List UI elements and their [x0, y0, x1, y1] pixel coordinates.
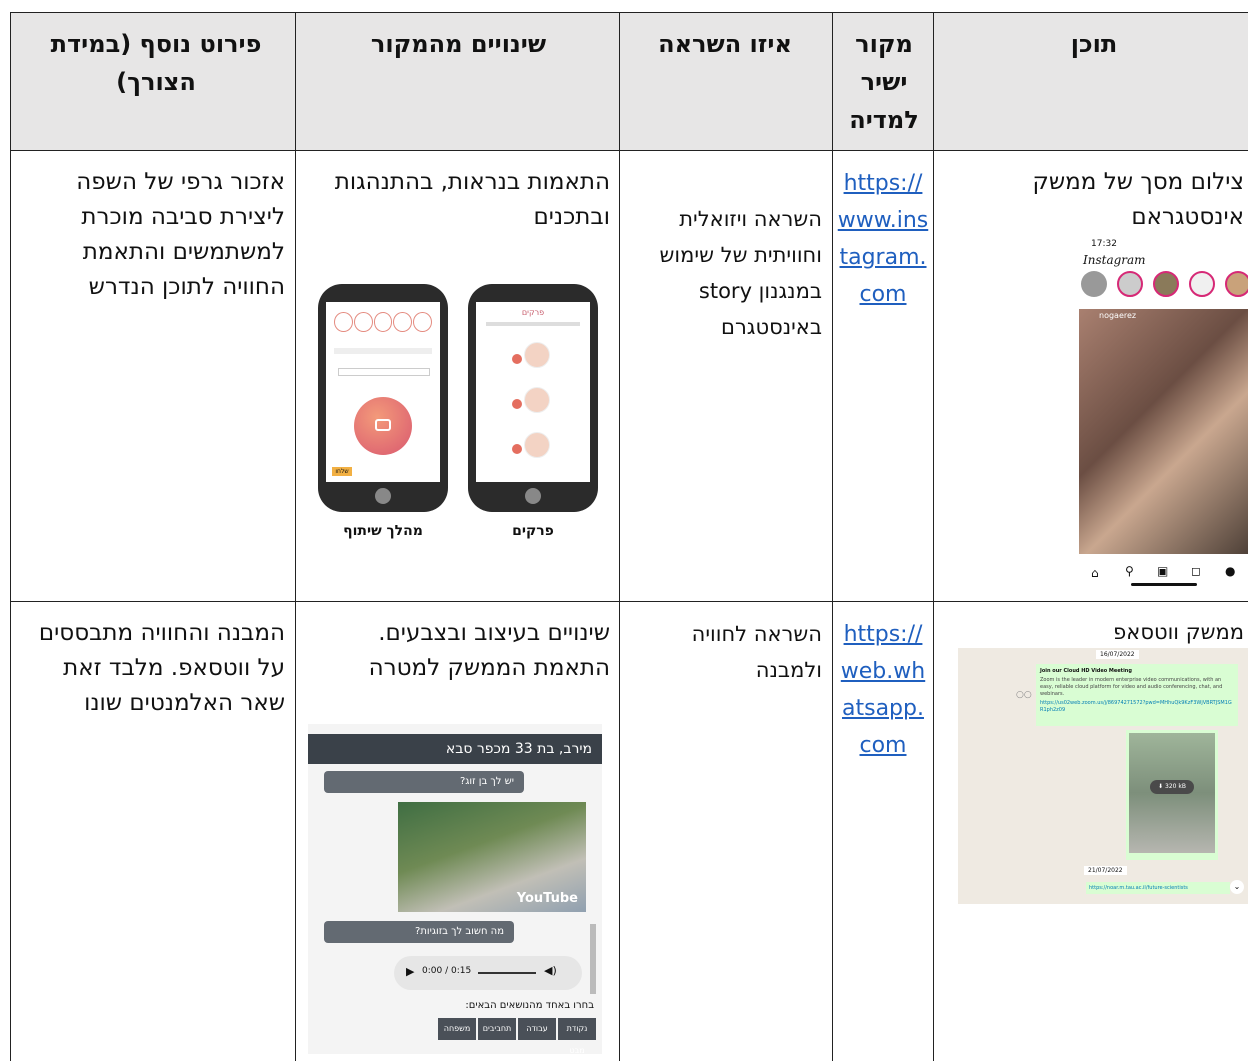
whatsapp-link[interactable]: https://web.whatsapp.com	[836, 616, 930, 764]
row1-changes-text: התאמות בנראות, בהתנהגות ובתכנים	[334, 169, 610, 230]
home-icon[interactable]: ⌂	[1091, 566, 1099, 580]
row1-changes-cell: התאמות בנראות, בהתנהגות ובתכנים שלחו מהל…	[295, 150, 619, 601]
row2-content-text: ממשק ווטסאפ	[1113, 620, 1244, 644]
reels-icon[interactable]: ▣	[1157, 564, 1168, 578]
audio-player[interactable]: ▶ 0:00 / 0:15 ◀)	[394, 956, 582, 990]
share-flow-screen: שלחו	[326, 302, 440, 482]
story-ring[interactable]	[1189, 271, 1215, 297]
header-content: תוכן	[933, 12, 1248, 150]
home-button	[525, 488, 541, 504]
share-flow-caption: מהלך שיתוף	[343, 523, 423, 539]
topic-button[interactable]: נקודת מבט	[558, 1018, 596, 1055]
row2-inspiration-text: השראה לחוויה ולמבנה	[691, 622, 822, 682]
profile-icon[interactable]: ●	[1225, 564, 1235, 578]
forward-icon[interactable]: ○○	[1016, 690, 1032, 700]
row2-changes-text: שינויים בעיצוב ובצבעים. התאמת הממשק למטר…	[368, 620, 610, 681]
chat-scrollbar[interactable]	[590, 924, 596, 994]
chapters-phone: פרקים	[468, 284, 598, 512]
youtube-logo: YouTube	[516, 891, 578, 906]
link-bubble[interactable]: https://noar.m.tau.ac.il/future-scientis…	[1086, 882, 1230, 894]
row1-content-text: צילום מסך של ממשק אינסטגראם	[1032, 169, 1244, 230]
row2-changes-cell: שינויים בעיצוב ובצבעים. התאמת הממשק למטר…	[295, 601, 619, 1061]
header-changes-text: שינויים מהמקור	[370, 30, 547, 58]
story-ring[interactable]	[1117, 271, 1143, 297]
row1-inspiration-cell: השראה ויזואלית וחוויתית של שימוש במנגנון…	[619, 150, 832, 601]
topic-button[interactable]: תחביבים	[478, 1018, 516, 1040]
send-button[interactable]: שלחו	[332, 467, 352, 476]
instagram-link[interactable]: https://www.instagram.com	[836, 165, 930, 313]
home-button	[375, 488, 391, 504]
story-ring[interactable]	[1081, 271, 1107, 297]
story-ring[interactable]	[1153, 271, 1179, 297]
row1-details-cell: אזכור גרפי של השפה ליצירת סביבה מוכרת למ…	[10, 150, 295, 601]
date-chip: 16/07/2022	[1096, 650, 1139, 659]
avatar[interactable]	[524, 342, 550, 368]
row2-details-cell: המבנה והחוויה מתבססים על ווטסאפ. מלבד זא…	[10, 601, 295, 1061]
share-flow-phone: שלחו	[318, 284, 448, 512]
chat-screenshot: מירב, בת 33 מכפר סבא יש לך בן זוג? YouTu…	[308, 724, 602, 1055]
header-source-text: מקור ישיר למדיה	[849, 30, 919, 134]
instagram-logo: Instagram	[1083, 253, 1146, 267]
video-bubble[interactable]: ⬇ 320 kB	[1126, 730, 1218, 860]
play-icon[interactable]: ▶	[406, 965, 414, 978]
meeting-link[interactable]: https://us02web.zoom.us/j/86974271572?pw…	[1040, 700, 1234, 714]
row2-content-cell: ממשק ווטסאפ 16/07/2022 Join our Cloud HD…	[933, 601, 1248, 1061]
header-details: פירוט נוסף (במידת הצורך)	[10, 12, 295, 150]
row2-source-cell: https://web.whatsapp.com	[832, 601, 933, 1061]
whatsapp-screenshot: 16/07/2022 Join our Cloud HD Video Meeti…	[958, 648, 1248, 904]
topic-prompt: בחרו באחד מהנושאים הבאים:	[465, 1000, 594, 1011]
row1-content-cell: צילום מסך של ממשק אינסטגראם 17:32 Instag…	[933, 150, 1248, 601]
date-chip: 21/07/2022	[1084, 866, 1127, 875]
row1-inspiration-text: השראה ויזואלית וחוויתית של שימוש במנגנון…	[659, 207, 822, 339]
post-image: nogaerez	[1079, 309, 1248, 554]
header-details-text: פירוט נוסף (במידת הצורך)	[50, 30, 262, 96]
status-time: 17:32	[1091, 239, 1117, 249]
progress-circles	[334, 312, 432, 332]
topic-button[interactable]: עבודה	[518, 1018, 556, 1040]
row2-inspiration-cell: השראה לחוויה ולמבנה	[619, 601, 832, 1061]
header-content-text: תוכן	[1070, 30, 1118, 58]
row1-details-text: אזכור גרפי של השפה ליצירת סביבה מוכרת למ…	[76, 169, 285, 300]
chapters-title: פרקים	[521, 308, 545, 317]
avatar[interactable]	[524, 387, 550, 413]
chat-header: מירב, בת 33 מכפר סבא	[308, 734, 602, 764]
header-changes: שינויים מהמקור	[295, 12, 619, 150]
download-button[interactable]: ⬇ 320 kB	[1150, 780, 1194, 794]
topic-button[interactable]: משפחה	[438, 1018, 476, 1040]
instagram-screenshot: 17:32 Instagram nogaerez ⌂ ⚲ ▣ ◻ ●	[1079, 239, 1248, 594]
row1-source-cell: https://www.instagram.com	[832, 150, 933, 601]
row2-details-text: המבנה והחוויה מתבססים על ווטסאפ. מלבד זא…	[38, 620, 285, 716]
audio-time: 0:00 / 0:15	[422, 966, 472, 976]
video-embed[interactable]: YouTube	[398, 802, 586, 912]
search-icon[interactable]: ⚲	[1125, 564, 1134, 578]
question-bubble: מה חשוב לך בזוגיות?	[324, 921, 514, 943]
volume-icon[interactable]: ◀)	[544, 964, 557, 977]
question-bubble: יש לך בן זוג?	[324, 771, 524, 793]
header-inspiration-text: איזו השראה	[658, 30, 792, 58]
meeting-text: Zoom is the leader in modern enterprise …	[1040, 677, 1223, 697]
camera-button[interactable]	[354, 397, 412, 455]
message-bubble: Join our Cloud HD Video Meeting Zoom is …	[1036, 664, 1238, 726]
chapters-screen: פרקים	[476, 302, 590, 482]
header-inspiration: איזו השראה	[619, 12, 832, 150]
camera-icon	[375, 419, 391, 431]
post-user: nogaerez	[1099, 311, 1137, 320]
header-source: מקור ישיר למדיה	[832, 12, 933, 150]
audio-seek[interactable]	[478, 972, 536, 974]
topic-options: נקודת מבט עבודה תחביבים משפחה	[438, 1018, 596, 1055]
avatar[interactable]	[524, 432, 550, 458]
chapters-caption: פרקים	[512, 523, 554, 539]
download-size: 320 kB	[1165, 783, 1186, 790]
meeting-title: Join our Cloud HD Video Meeting	[1040, 668, 1132, 674]
scroll-down-button[interactable]: ⌄	[1230, 880, 1244, 894]
comparison-table: פירוט נוסף (במידת הצורך) שינויים מהמקור …	[0, 0, 1248, 1061]
download-icon: ⬇	[1158, 783, 1164, 790]
story-ring[interactable]	[1225, 271, 1248, 297]
shop-icon[interactable]: ◻	[1191, 564, 1201, 578]
